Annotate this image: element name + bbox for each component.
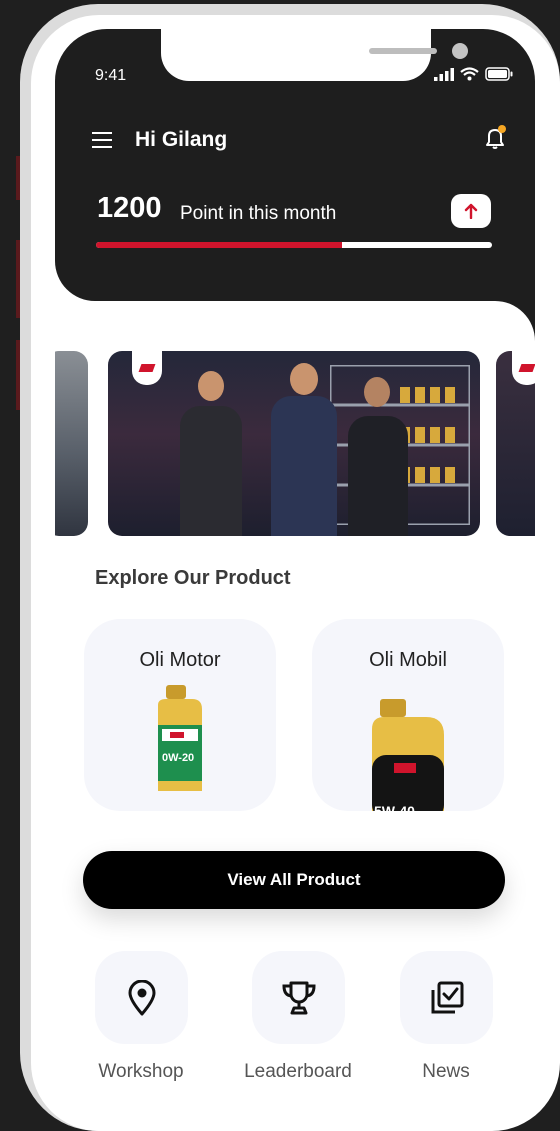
product-label: Oli Mobil [369, 649, 447, 671]
location-pin-icon [128, 979, 155, 1015]
banner-slide-previous[interactable] [55, 351, 88, 536]
header-curve [495, 301, 535, 341]
person-head [198, 371, 224, 401]
brand-logo [132, 351, 162, 385]
points-label: Point in this month [180, 203, 337, 224]
bell-icon[interactable] [483, 125, 507, 151]
notification-dot [498, 125, 506, 133]
bottle-badge: 0W-20 [162, 752, 194, 764]
person-figure [271, 396, 337, 536]
points-up-button[interactable] [451, 194, 491, 228]
person-head [364, 377, 390, 407]
points-progress-bar [96, 242, 492, 248]
battery-icon [485, 67, 513, 81]
person-head [290, 363, 318, 395]
trophy-icon [281, 981, 316, 1014]
banner-slide-current[interactable] [108, 351, 480, 536]
product-card-oli-mobil[interactable]: Oli Mobil 5W-40 [312, 619, 504, 811]
points-progress-fill [96, 242, 342, 248]
news-button[interactable] [400, 951, 493, 1044]
workshop-label: Workshop [98, 1061, 184, 1082]
arrow-up-icon [464, 203, 478, 219]
brand-logo [512, 351, 535, 385]
speaker [369, 48, 437, 54]
bottle-badge: 5W-40 [374, 803, 415, 811]
news-label: News [422, 1061, 470, 1082]
leaderboard-label: Leaderboard [244, 1061, 352, 1082]
view-all-product-button[interactable]: View All Product [83, 851, 505, 909]
oil-bottle-motor: 0W-20 [158, 685, 202, 791]
front-camera [452, 43, 468, 59]
points-value: 1200 [97, 192, 162, 224]
app-screen: 9:41 Hi Gilang 1200 Point in this month [55, 29, 535, 1096]
hamburger-icon[interactable] [92, 132, 114, 150]
person-figure [348, 416, 408, 536]
status-time: 9:41 [95, 67, 127, 84]
leaderboard-button[interactable] [252, 951, 345, 1044]
product-label: Oli Motor [139, 649, 221, 671]
person-figure [180, 406, 242, 536]
news-checklist-icon [431, 981, 463, 1013]
workshop-button[interactable] [95, 951, 188, 1044]
greeting-text: Hi Gilang [135, 128, 228, 151]
product-card-oli-motor[interactable]: Oli Motor 0W-20 [84, 619, 276, 811]
section-title: Explore Our Product [95, 567, 291, 589]
oil-bottle-mobil: 5W-40 [372, 699, 444, 811]
banner-slide-next[interactable] [496, 351, 535, 536]
wifi-icon [460, 67, 479, 81]
signal-icon [434, 67, 454, 81]
phone-notch [161, 29, 468, 81]
status-icons [434, 67, 513, 81]
